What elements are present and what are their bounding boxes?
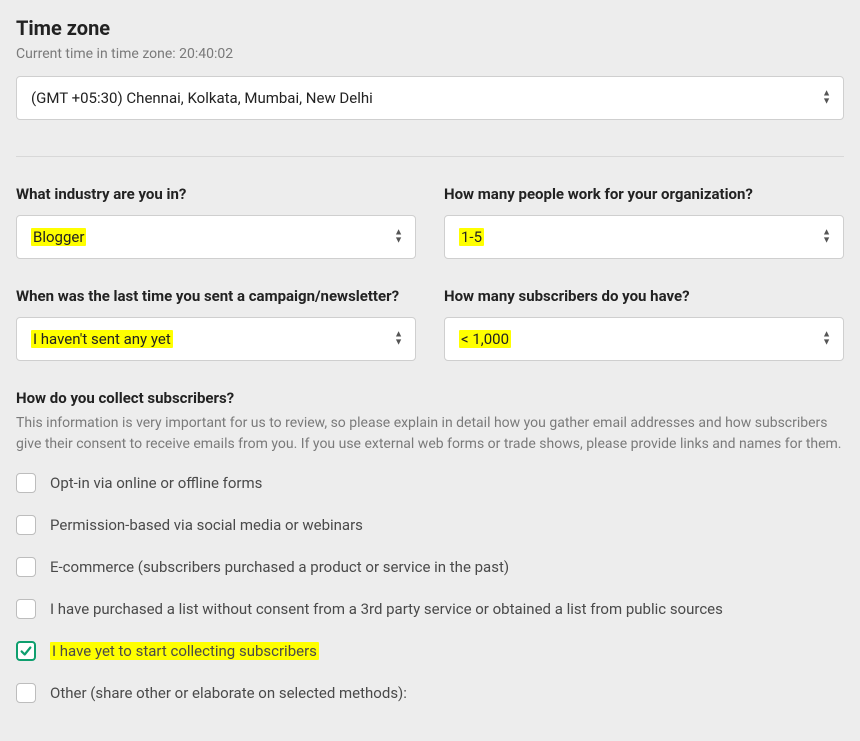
checkbox-row-not-started: I have yet to start collecting subscribe…: [16, 641, 844, 661]
checkbox-optin[interactable]: [16, 473, 36, 493]
industry-label: What industry are you in?: [16, 185, 416, 203]
checkbox-label-permission: Permission-based via social media or web…: [50, 516, 363, 534]
industry-select[interactable]: Blogger ▲▼: [16, 215, 416, 259]
checkbox-ecommerce[interactable]: [16, 557, 36, 577]
checkbox-row-ecommerce: E-commerce (subscribers purchased a prod…: [16, 557, 844, 577]
orgsize-value: 1-5: [459, 228, 484, 246]
checkbox-label-ecommerce: E-commerce (subscribers purchased a prod…: [50, 558, 509, 576]
subscribers-value: < 1,000: [459, 330, 511, 348]
last-campaign-label: When was the last time you sent a campai…: [16, 287, 416, 305]
timezone-selected-value: (GMT +05:30) Chennai, Kolkata, Mumbai, N…: [31, 89, 373, 107]
collect-help: This information is very important for u…: [16, 413, 844, 455]
row-industry-orgsize: What industry are you in? Blogger ▲▼ How…: [16, 185, 844, 259]
timezone-current-time: Current time in time zone: 20:40:02: [16, 46, 844, 62]
orgsize-label: How many people work for your organizati…: [444, 185, 844, 203]
sort-icon: ▲▼: [822, 230, 831, 245]
timezone-section: Time zone Current time in time zone: 20:…: [16, 16, 844, 120]
timezone-title: Time zone: [16, 16, 844, 40]
checkbox-permission[interactable]: [16, 515, 36, 535]
last-campaign-value: I haven't sent any yet: [31, 330, 173, 348]
checkbox-row-optin: Opt-in via online or offline forms: [16, 473, 844, 493]
sort-icon: ▲▼: [822, 332, 831, 347]
checkbox-row-permission: Permission-based via social media or web…: [16, 515, 844, 535]
checkbox-row-other: Other (share other or elaborate on selec…: [16, 683, 844, 703]
collect-section: How do you collect subscribers? This inf…: [16, 389, 844, 703]
orgsize-select[interactable]: 1-5 ▲▼: [444, 215, 844, 259]
sort-icon: ▲▼: [394, 230, 403, 245]
checkbox-purchased-list[interactable]: [16, 599, 36, 619]
subscribers-select[interactable]: < 1,000 ▲▼: [444, 317, 844, 361]
checkbox-other[interactable]: [16, 683, 36, 703]
timezone-select[interactable]: (GMT +05:30) Chennai, Kolkata, Mumbai, N…: [16, 76, 844, 120]
last-campaign-select[interactable]: I haven't sent any yet ▲▼: [16, 317, 416, 361]
checkbox-label-not-started: I have yet to start collecting subscribe…: [50, 642, 319, 660]
checkbox-label-other: Other (share other or elaborate on selec…: [50, 684, 407, 702]
checkbox-label-optin: Opt-in via online or offline forms: [50, 474, 262, 492]
collect-label: How do you collect subscribers?: [16, 389, 844, 407]
sort-icon: ▲▼: [394, 332, 403, 347]
checkbox-not-started[interactable]: [16, 641, 36, 661]
checkbox-row-purchased-list: I have purchased a list without consent …: [16, 599, 844, 619]
subscribers-label: How many subscribers do you have?: [444, 287, 844, 305]
checkbox-label-purchased-list: I have purchased a list without consent …: [50, 600, 723, 618]
industry-value: Blogger: [31, 228, 86, 246]
sort-icon: ▲▼: [822, 91, 831, 106]
section-divider: [16, 156, 844, 157]
row-campaign-subscribers: When was the last time you sent a campai…: [16, 287, 844, 361]
